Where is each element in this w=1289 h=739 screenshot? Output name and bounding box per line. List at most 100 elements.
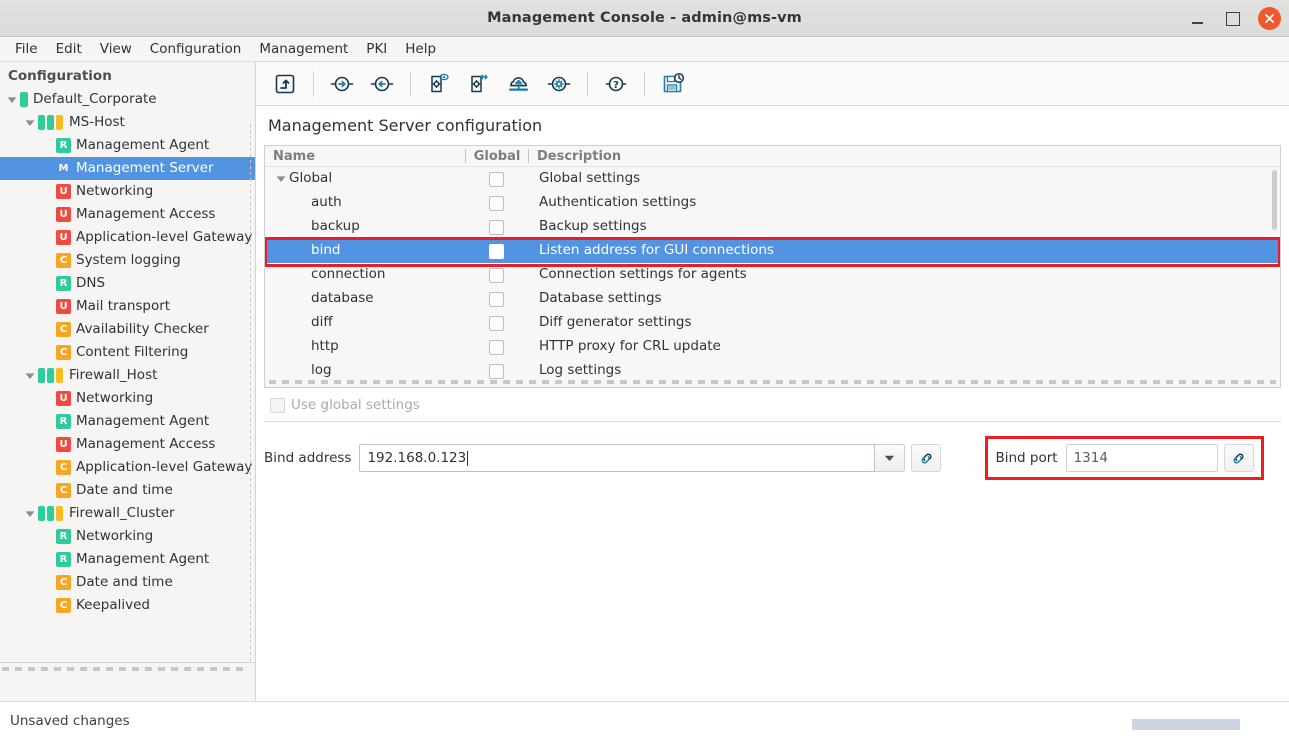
table-row[interactable]: bind Listen address for GUI connections (265, 239, 1280, 263)
use-global-settings-row[interactable]: Use global settings (264, 388, 1281, 421)
table-row[interactable]: backup Backup settings (265, 215, 1280, 239)
status-badge-m-icon: M (56, 161, 71, 176)
column-header-global[interactable]: Global (466, 149, 528, 164)
bind-port-chain-link-icon[interactable] (1223, 444, 1254, 472)
tree-item-default-corporate[interactable]: Default_Corporate (0, 88, 255, 111)
cell-description: Database settings (539, 290, 662, 307)
global-checkbox[interactable] (488, 291, 504, 307)
maximize-button[interactable] (1222, 8, 1244, 30)
table-row[interactable]: diff Diff generator settings (265, 311, 1280, 335)
tree-item-mail-transport[interactable]: U Mail transport (0, 295, 255, 318)
menu-help[interactable]: Help (396, 38, 445, 60)
cell-description: Connection settings for agents (539, 266, 747, 283)
status-bars-icon (38, 506, 65, 521)
tree-item-content-filtering[interactable]: C Content Filtering (0, 341, 255, 364)
tree-item-application-level-gateway[interactable]: U Application-level Gateway (0, 226, 255, 249)
go-up-icon[interactable] (266, 68, 304, 100)
tree-item-ms-host[interactable]: MS-Host (0, 111, 255, 134)
table-row[interactable]: database Database settings (265, 287, 1280, 311)
tree-item-firewall-host[interactable]: Firewall_Host (0, 364, 255, 387)
global-checkbox[interactable] (488, 195, 504, 211)
table-row[interactable]: Global Global settings (265, 167, 1280, 191)
sidebar-horizontal-scrollbar[interactable] (2, 667, 245, 671)
configuration-tree[interactable]: Default_Corporate MS-Host R Management Agen… (0, 88, 255, 701)
tree-item-management-access[interactable]: U Management Access (0, 433, 255, 456)
tree-item-date-and-time[interactable]: C Date and time (0, 479, 255, 502)
cell-description: Diff generator settings (539, 314, 692, 331)
cell-description: Listen address for GUI connections (539, 242, 774, 259)
arrow-left-circle-icon[interactable] (363, 68, 401, 100)
use-global-settings-checkbox[interactable] (270, 397, 285, 413)
status-badge-r-icon: R (56, 414, 71, 429)
main-panel: ? Management Server configuration Name G… (256, 62, 1289, 701)
cell-name: diff (265, 316, 465, 330)
chevron-down-icon[interactable] (273, 175, 289, 183)
bind-port-input[interactable]: 1314 (1065, 444, 1218, 472)
menu-pki[interactable]: PKI (357, 38, 396, 60)
chevron-down-icon[interactable] (22, 510, 38, 518)
global-checkbox[interactable] (488, 339, 504, 355)
gear-circle-icon[interactable] (540, 68, 578, 100)
tree-item-keepalived[interactable]: C Keepalived (0, 594, 255, 617)
status-badge-r-icon: R (56, 552, 71, 567)
global-checkbox[interactable] (488, 363, 504, 379)
table-horizontal-scrollbar[interactable] (269, 380, 1276, 384)
config-transfer-icon[interactable] (460, 68, 498, 100)
chevron-down-icon[interactable] (4, 96, 20, 104)
global-checkbox[interactable] (488, 267, 504, 283)
tree-item-networking[interactable]: U Networking (0, 180, 255, 203)
tree-item-availability-checker[interactable]: C Availability Checker (0, 318, 255, 341)
tree-item-networking[interactable]: U Networking (0, 387, 255, 410)
config-preview-icon[interactable] (420, 68, 458, 100)
column-header-name[interactable]: Name (265, 149, 465, 164)
column-header-description[interactable]: Description (529, 149, 1280, 164)
table-row[interactable]: http HTTP proxy for CRL update (265, 335, 1280, 359)
tree-item-management-access[interactable]: U Management Access (0, 203, 255, 226)
global-checkbox[interactable] (488, 315, 504, 331)
minimize-button[interactable] (1186, 8, 1208, 30)
table-body: Global Global settings auth Authentication … (265, 167, 1280, 383)
tree-item-label: DNS (76, 274, 106, 291)
status-badge-r-icon: R (56, 138, 71, 153)
tree-item-management-agent[interactable]: R Management Agent (0, 410, 255, 433)
menu-management[interactable]: Management (250, 38, 357, 60)
tree-item-label: Firewall_Host (69, 366, 158, 383)
table-row[interactable]: auth Authentication settings (265, 191, 1280, 215)
menu-edit[interactable]: Edit (47, 38, 91, 60)
help-circle-icon[interactable]: ? (597, 68, 635, 100)
chevron-down-icon[interactable] (22, 119, 38, 127)
cell-name-text: auth (311, 194, 342, 211)
menu-view[interactable]: View (91, 38, 141, 60)
cell-name: auth (265, 196, 465, 210)
upload-cloud-icon[interactable] (500, 68, 538, 100)
tree-item-application-level-gateway[interactable]: C Application-level Gateway (0, 456, 255, 479)
menu-file[interactable]: File (6, 38, 47, 60)
tree-item-firewall-cluster[interactable]: Firewall_Cluster (0, 502, 255, 525)
table-row[interactable]: connection Connection settings for agents (265, 263, 1280, 287)
global-checkbox[interactable] (488, 243, 504, 259)
cell-name: http (265, 340, 465, 354)
tree-item-system-logging[interactable]: C System logging (0, 249, 255, 272)
cell-description: Backup settings (539, 218, 647, 235)
bind-address-chain-link-icon[interactable] (911, 444, 942, 472)
tree-item-label: Management Access (76, 205, 216, 222)
global-checkbox[interactable] (488, 219, 504, 235)
table-vertical-scrollbar[interactable] (1272, 170, 1277, 230)
tree-item-date-and-time[interactable]: C Date and time (0, 571, 255, 594)
bind-address-input[interactable]: 192.168.0.123 (359, 444, 876, 472)
window-controls (1186, 0, 1281, 37)
tree-item-management-server[interactable]: M Management Server (0, 157, 255, 180)
tree-item-networking[interactable]: R Networking (0, 525, 255, 548)
save-history-icon[interactable] (654, 68, 692, 100)
arrow-right-circle-icon[interactable] (323, 68, 361, 100)
menu-configuration[interactable]: Configuration (141, 38, 251, 60)
bind-address-dropdown-button[interactable] (875, 444, 906, 472)
close-button[interactable] (1258, 7, 1281, 30)
tree-item-dns[interactable]: R DNS (0, 272, 255, 295)
global-checkbox[interactable] (488, 171, 504, 187)
tree-item-management-agent[interactable]: R Management Agent (0, 548, 255, 571)
chevron-down-icon[interactable] (22, 372, 38, 380)
tree-item-management-agent[interactable]: R Management Agent (0, 134, 255, 157)
toolbar-separator (587, 70, 588, 97)
cell-description: Log settings (539, 362, 622, 379)
